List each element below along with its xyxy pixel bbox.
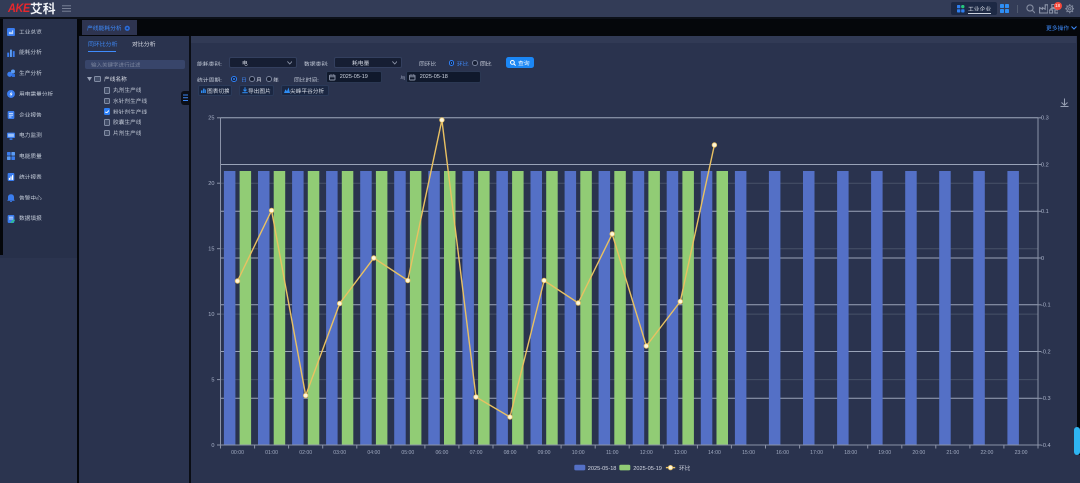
svg-text:19:00: 19:00 <box>878 450 891 456</box>
svg-text:17:00: 17:00 <box>810 450 823 456</box>
svg-text:23:00: 23:00 <box>1015 450 1028 456</box>
svg-text:0.1: 0.1 <box>1041 209 1049 215</box>
svg-text:01:00: 01:00 <box>265 450 278 456</box>
svg-text:12:00: 12:00 <box>640 450 653 456</box>
svg-text:0.3: 0.3 <box>1041 116 1049 122</box>
svg-text:0.2: 0.2 <box>1041 162 1049 168</box>
svg-text:-0.1: -0.1 <box>1041 303 1051 309</box>
svg-text:-0.4: -0.4 <box>1041 443 1051 449</box>
svg-text:05:00: 05:00 <box>401 450 414 456</box>
svg-text:20:00: 20:00 <box>912 450 925 456</box>
svg-text:13:00: 13:00 <box>674 450 687 456</box>
svg-text:-0.3: -0.3 <box>1041 396 1051 402</box>
svg-text:06:00: 06:00 <box>435 450 448 456</box>
svg-text:2025-05-19: 2025-05-19 <box>633 466 662 472</box>
svg-text:18:00: 18:00 <box>844 450 857 456</box>
svg-text:2025-05-18: 2025-05-18 <box>588 466 617 472</box>
svg-text:5: 5 <box>211 378 214 384</box>
svg-text:0: 0 <box>211 443 214 449</box>
svg-text:07:00: 07:00 <box>470 450 483 456</box>
svg-text:08:00: 08:00 <box>504 450 517 456</box>
svg-text:11:00: 11:00 <box>606 450 619 456</box>
svg-text:20: 20 <box>208 181 214 187</box>
svg-text:25: 25 <box>208 116 214 122</box>
svg-text:21:00: 21:00 <box>946 450 959 456</box>
svg-text:-0.2: -0.2 <box>1041 349 1051 355</box>
svg-text:00:00: 00:00 <box>231 450 244 456</box>
svg-text:0: 0 <box>1041 256 1044 262</box>
svg-text:10: 10 <box>208 312 214 318</box>
svg-text:22:00: 22:00 <box>980 450 993 456</box>
svg-text:14:00: 14:00 <box>708 450 721 456</box>
svg-text:04:00: 04:00 <box>367 450 380 456</box>
svg-text:09:00: 09:00 <box>538 450 551 456</box>
svg-text:02:00: 02:00 <box>299 450 312 456</box>
svg-text:03:00: 03:00 <box>333 450 346 456</box>
svg-text:15:00: 15:00 <box>742 450 755 456</box>
svg-text:10:00: 10:00 <box>572 450 585 456</box>
svg-text:15: 15 <box>208 247 214 253</box>
svg-text:16:00: 16:00 <box>776 450 789 456</box>
